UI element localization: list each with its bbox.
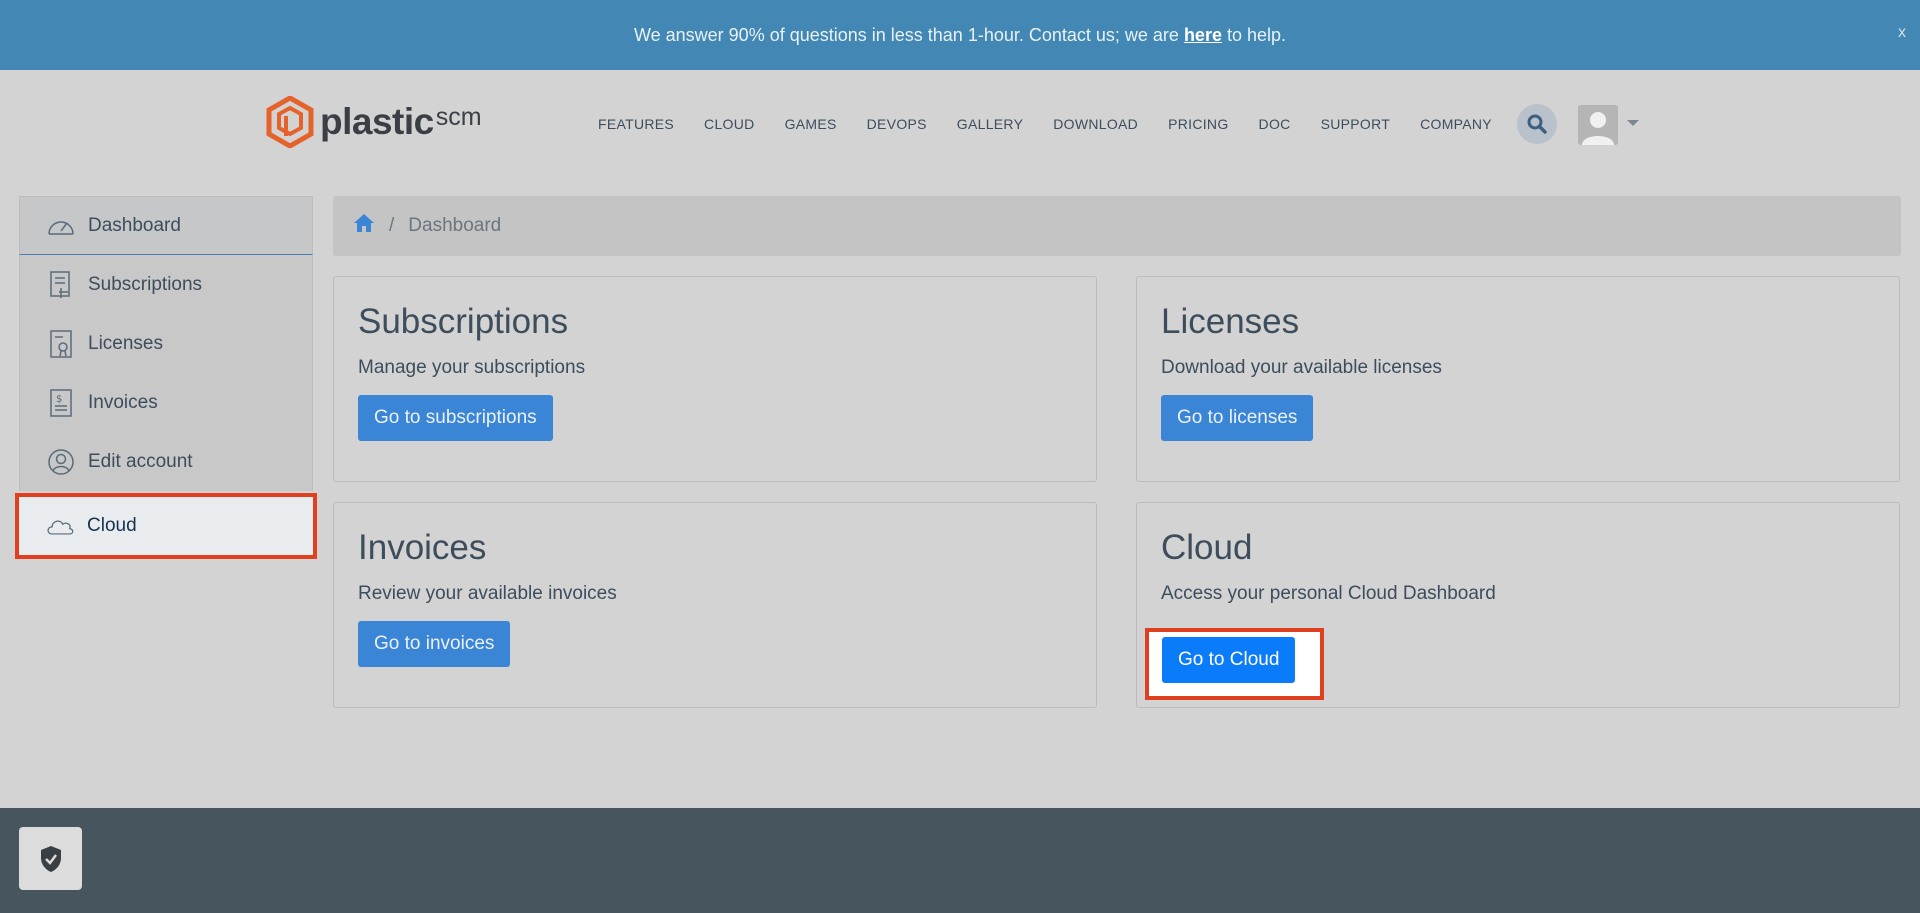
sidebar-item-licenses[interactable]: Licenses xyxy=(19,314,313,373)
go-to-licenses-button[interactable]: Go to licenses xyxy=(1161,395,1314,441)
breadcrumb-separator: / xyxy=(389,215,395,236)
nav-devops[interactable]: DEVOPS xyxy=(867,116,927,132)
banner-close-button[interactable]: x xyxy=(1898,24,1906,42)
sidebar-item-label: Cloud xyxy=(87,515,137,536)
home-icon[interactable] xyxy=(353,213,375,239)
card-title: Subscriptions xyxy=(358,302,569,341)
banner-contact-link[interactable]: here xyxy=(1184,25,1222,46)
plasticscm-logo[interactable]: plastic scm xyxy=(264,96,482,148)
invoices-card: Invoices Review your available invoices … xyxy=(333,502,1097,708)
nav-cloud[interactable]: CLOUD xyxy=(704,116,755,132)
card-title: Invoices xyxy=(358,528,487,567)
sidebar-item-label: Subscriptions xyxy=(88,273,203,295)
go-to-cloud-button[interactable]: Go to Cloud xyxy=(1162,637,1296,683)
search-button[interactable] xyxy=(1517,104,1557,144)
invoice-icon: $ xyxy=(46,388,76,418)
user-circle-icon xyxy=(46,447,76,477)
main-nav: FEATURES CLOUD GAMES DEVOPS GALLERY DOWN… xyxy=(598,116,1522,132)
license-icon xyxy=(46,329,76,359)
sidebar-item-edit-account[interactable]: Edit account xyxy=(19,432,313,491)
sidebar-item-subscriptions[interactable]: Subscriptions xyxy=(19,255,313,314)
nav-gallery[interactable]: GALLERY xyxy=(957,116,1023,132)
sidebar-item-label: Dashboard xyxy=(88,214,181,236)
logo-hexagon-icon xyxy=(266,96,314,148)
privacy-settings-button[interactable] xyxy=(19,827,82,890)
speedometer-icon xyxy=(46,211,76,241)
nav-pricing[interactable]: PRICING xyxy=(1168,116,1228,132)
sidebar-item-label: Licenses xyxy=(88,332,163,354)
banner-text: We answer 90% of questions in less than … xyxy=(633,24,1179,45)
card-title: Cloud xyxy=(1161,528,1253,567)
sidebar-item-label: Invoices xyxy=(88,391,158,413)
sidebar-item-invoices[interactable]: $ Invoices xyxy=(19,373,313,432)
sidebar-item-dashboard[interactable]: Dashboard xyxy=(19,196,313,255)
sidebar-item-cloud[interactable]: Cloud xyxy=(15,493,317,559)
nav-support[interactable]: SUPPORT xyxy=(1321,116,1391,132)
logo-text: plastic xyxy=(320,101,434,142)
card-description: Review your available invoices xyxy=(358,583,617,604)
card-description: Manage your subscriptions xyxy=(358,357,586,378)
card-title: Licenses xyxy=(1161,302,1300,341)
card-description: Access your personal Cloud Dashboard xyxy=(1161,583,1496,604)
search-icon xyxy=(1527,114,1547,134)
licenses-card: Licenses Download your available license… xyxy=(1136,276,1900,482)
cloud-icon xyxy=(45,511,75,541)
user-avatar[interactable] xyxy=(1578,105,1618,145)
nav-features[interactable]: FEATURES xyxy=(598,116,674,132)
subscriptions-card: Subscriptions Manage your subscriptions … xyxy=(333,276,1097,482)
nav-download[interactable]: DOWNLOAD xyxy=(1053,116,1138,132)
go-to-subscriptions-button[interactable]: Go to subscriptions xyxy=(358,395,553,441)
user-menu-caret-icon[interactable] xyxy=(1627,120,1639,126)
svg-text:$: $ xyxy=(56,394,62,405)
nav-doc[interactable]: DOC xyxy=(1259,116,1291,132)
user-silhouette-icon xyxy=(1578,105,1618,145)
sidebar: Dashboard Subscriptions Licenses $ Invoi… xyxy=(15,196,317,559)
card-description: Download your available licenses xyxy=(1161,357,1442,378)
banner-text-end: to help. xyxy=(1226,24,1287,45)
breadcrumb-current: Dashboard xyxy=(408,215,502,236)
shield-check-icon xyxy=(40,845,61,872)
sidebar-item-label: Edit account xyxy=(88,450,193,472)
go-to-invoices-button[interactable]: Go to invoices xyxy=(358,621,511,667)
footer xyxy=(0,808,1920,913)
announcement-banner: We answer 90% of questions in less than … xyxy=(0,0,1920,70)
subscription-icon xyxy=(46,270,76,300)
nav-company[interactable]: COMPANY xyxy=(1420,116,1492,132)
logo-suffix: scm xyxy=(435,102,482,131)
nav-games[interactable]: GAMES xyxy=(785,116,837,132)
breadcrumb: / Dashboard xyxy=(333,196,1901,256)
